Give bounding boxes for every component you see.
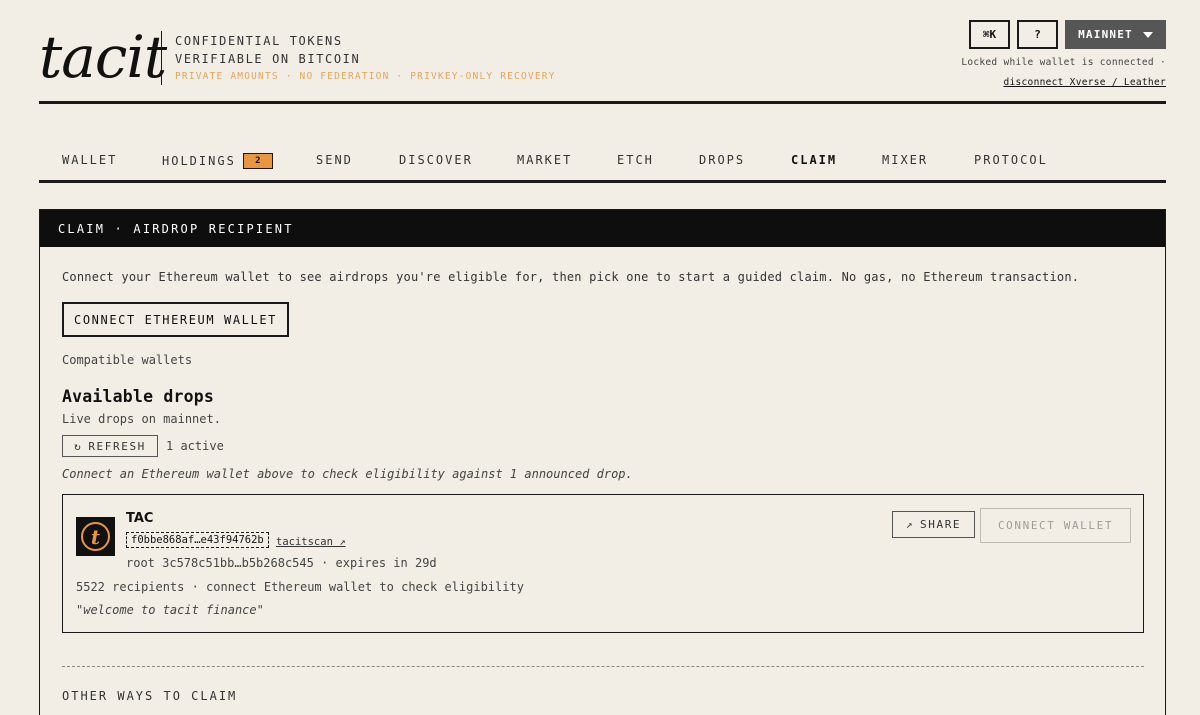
available-drops-heading: Available drops (62, 387, 215, 406)
tab-market[interactable]: MARKET (517, 153, 572, 167)
tab-label: MARKET (517, 153, 573, 167)
claim-intro: Connect your Ethereum wallet to see aird… (62, 270, 1080, 284)
tacit-logo[interactable]: tacit (39, 22, 167, 92)
tacitscan-link[interactable]: tacitscan ↗ (276, 536, 346, 548)
tab-label: PROTOCOL (974, 153, 1048, 167)
active-drops-count: 1 active (166, 439, 224, 453)
connect-wallet-button[interactable]: CONNECT WALLET (980, 508, 1131, 543)
tab-wallet[interactable]: WALLET (62, 153, 117, 167)
tab-protocol[interactable]: PROTOCOL (974, 153, 1048, 167)
tab-etch[interactable]: ETCH (617, 153, 654, 167)
tab-label: WALLET (62, 153, 118, 167)
disconnect-wallet-link[interactable]: disconnect Xverse / Leather (1003, 77, 1166, 88)
token-logo-icon: t (76, 517, 115, 556)
app-header: tacit CONFIDENTIAL TOKENS VERIFIABLE ON … (39, 0, 1166, 104)
token-logo-mark: t (81, 522, 110, 551)
tab-mixer[interactable]: MIXER (882, 153, 928, 167)
tab-label: HOLDINGS (162, 154, 236, 168)
merkle-root-expiry: root 3c578c51bb…b5b268c545 · expires in … (126, 556, 437, 570)
other-ways-heading: OTHER WAYS TO CLAIM (62, 689, 238, 703)
refresh-label: REFRESH (88, 439, 146, 453)
lock-note: Locked while wallet is connected · (961, 57, 1166, 68)
tab-holdings[interactable]: HOLDINGS 2 (162, 153, 273, 169)
share-label: SHARE (920, 518, 962, 531)
token-name: TAC (126, 511, 154, 526)
refresh-button[interactable]: ↻ REFRESH (62, 435, 158, 457)
header-controls: ⌘K ? MAINNET Locked while wallet is conn… (961, 20, 1166, 89)
caret-down-icon (1142, 31, 1153, 38)
available-drops-subtitle: Live drops on mainnet. (62, 412, 221, 426)
network-label: MAINNET (1078, 28, 1133, 41)
main-nav: WALLET HOLDINGS 2 SEND DISCOVER MARKET E… (39, 138, 1166, 183)
drop-message: "welcome to tacit finance" (76, 603, 264, 617)
tagline-features: PRIVATE AMOUNTS · NO FEDERATION · PRIVKE… (175, 71, 556, 82)
tab-drops[interactable]: DROPS (699, 153, 745, 167)
network-selector[interactable]: MAINNET (1065, 20, 1166, 49)
holdings-count-badge: 2 (242, 153, 273, 169)
tab-label: SEND (316, 153, 353, 167)
tab-label: DISCOVER (399, 153, 473, 167)
command-palette-button[interactable]: ⌘K (969, 20, 1010, 49)
share-button[interactable]: ↗ SHARE (892, 511, 975, 538)
recipients-line: 5522 recipients · connect Ethereum walle… (76, 580, 524, 594)
share-icon: ↗ (905, 518, 915, 531)
eligibility-note: Connect an Ethereum wallet above to chec… (62, 467, 633, 481)
compatible-wallets-label: Compatible wallets (62, 353, 193, 367)
tab-label: ETCH (617, 153, 654, 167)
tagline-line-1: CONFIDENTIAL TOKENS (175, 34, 343, 48)
tagline: CONFIDENTIAL TOKENS VERIFIABLE ON BITCOI… (175, 32, 556, 86)
tab-label: MIXER (882, 153, 929, 167)
tab-label: DROPS (699, 153, 746, 167)
tagline-line-2: VERIFIABLE ON BITCOIN (175, 52, 361, 66)
tagline-divider (161, 31, 162, 85)
section-divider (62, 666, 1144, 667)
claim-panel: CLAIM · AIRDROP RECIPIENT Connect your E… (39, 209, 1166, 715)
drop-card: t TAC f0bbe868af…e43f94762b tacitscan ↗ … (62, 494, 1144, 633)
refresh-icon: ↻ (74, 439, 83, 453)
help-button[interactable]: ? (1017, 20, 1058, 49)
tab-discover[interactable]: DISCOVER (399, 153, 473, 167)
tab-label: CLAIM (791, 153, 838, 167)
panel-title: CLAIM · AIRDROP RECIPIENT (40, 210, 1165, 247)
tab-claim[interactable]: CLAIM (791, 153, 837, 167)
connect-ethereum-wallet-button[interactable]: CONNECT ETHEREUM WALLET (62, 302, 289, 337)
token-id[interactable]: f0bbe868af…e43f94762b (126, 532, 269, 548)
tab-send[interactable]: SEND (316, 153, 353, 167)
